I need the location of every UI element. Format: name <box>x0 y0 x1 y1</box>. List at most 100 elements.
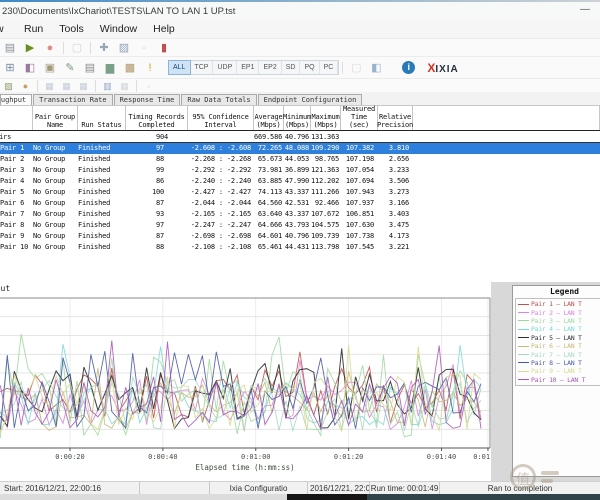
legend-item-pair-6[interactable]: Pair 6 — LAN T <box>518 342 600 350</box>
zoom-reset-icon[interactable]: ▦ <box>77 79 90 93</box>
legend-item-pair-5[interactable]: Pair 5 — LAN T <box>518 334 600 342</box>
layout-icon[interactable]: ◧ <box>368 61 384 75</box>
filter-all[interactable]: ALL <box>169 61 190 74</box>
legend-item-pair-1[interactable]: Pair 1 — LAN T <box>518 300 600 308</box>
add-pair-icon[interactable]: ✚ <box>96 41 112 55</box>
status-run-time: Run time: 00:01:49 <box>370 482 440 494</box>
console-icon[interactable]: ◧ <box>22 61 38 75</box>
grid-icon[interactable]: ▥ <box>101 79 114 93</box>
table-row-pair-4[interactable]: Pair 4No GroupFinished86-2.240 : -2.2406… <box>0 176 600 187</box>
tab-raw-data-totals[interactable]: Raw Data Totals <box>181 94 256 105</box>
minimize-button[interactable]: — <box>580 4 590 15</box>
menu-tools[interactable]: Tools <box>51 23 92 35</box>
cell: -2.268 : -2.268 <box>188 154 254 165</box>
table-row-pair-5[interactable]: Pair 5No GroupFinished100-2.427 : -2.427… <box>0 187 600 198</box>
cell: Pair 5 <box>0 187 33 198</box>
printer-icon[interactable]: ▤ <box>82 61 98 75</box>
zoom-in-icon[interactable]: ▦ <box>43 79 56 93</box>
table-row-pair-3[interactable]: Pair 3No GroupFinished99-2.292 : -2.2927… <box>0 165 600 176</box>
menu-run[interactable]: Run <box>16 23 51 35</box>
camera-icon[interactable]: ▣ <box>42 61 58 75</box>
cell: 44.431 <box>284 242 311 253</box>
cell: 36.899 <box>284 165 311 176</box>
tab-throughput[interactable]: Throughput <box>0 94 32 105</box>
cell: 107.198 <box>341 154 378 165</box>
snapshot-icon[interactable]: ▫ <box>142 79 155 93</box>
filter-ep1[interactable]: EP1 <box>237 61 259 74</box>
report-icon[interactable]: ▮ <box>156 41 172 55</box>
table-row-pair-6[interactable]: Pair 6No GroupFinished87-2.044 : -2.0446… <box>0 198 600 209</box>
cell: 65.673 <box>254 154 284 165</box>
filter-udp[interactable]: UDP <box>213 61 237 74</box>
warning-icon[interactable]: ! <box>142 61 158 75</box>
table-row-pair-9[interactable]: Pair 9No GroupFinished87-2.698 : -2.6986… <box>0 231 600 242</box>
menu-help[interactable]: Help <box>145 23 183 35</box>
table-header-row: Pair Group NameRun StatusTiming Records … <box>0 105 600 131</box>
chart-icon[interactable]: ▆ <box>102 61 118 75</box>
legend-item-pair-9[interactable]: Pair 9 — LAN T <box>518 367 600 375</box>
tab-endpoint-configuration[interactable]: Endpoint Configuration <box>258 94 363 105</box>
cell: 107.738 <box>341 231 378 242</box>
menu-window[interactable]: Window <box>92 23 145 35</box>
filter-pq[interactable]: PQ <box>300 61 319 74</box>
legend-swatch <box>518 379 529 380</box>
cell: 107.054 <box>341 165 378 176</box>
zoom-out-icon[interactable]: ▦ <box>60 79 73 93</box>
cell: 112.202 <box>311 176 341 187</box>
pause-view-icon[interactable]: ▢ <box>348 61 364 75</box>
legend-label: Pair 5 — LAN T <box>531 334 582 342</box>
stop-icon[interactable]: ● <box>42 41 58 55</box>
photo-icon[interactable]: ▩ <box>122 61 138 75</box>
toolbar-main: ▤ ▶ ● ▢ ✚ ▨ ▫ ▮ <box>0 38 600 56</box>
legend-swatch <box>518 337 529 338</box>
filter-sd[interactable]: SD <box>282 61 301 74</box>
filter-pc[interactable]: PC <box>320 61 339 74</box>
tab-response-time[interactable]: Response Time <box>114 94 181 105</box>
cell: 106.851 <box>341 209 378 220</box>
table-row-pair-8[interactable]: Pair 8No GroupFinished97-2.247 : -2.2476… <box>0 220 600 231</box>
pan-icon[interactable]: ● <box>19 79 32 93</box>
table-row-pair-1[interactable]: Pair 1No GroupFinished97-2.608 : -2.6087… <box>0 143 600 154</box>
table-row-all-pairs[interactable]: All Pairs 904 669.586 40.796 131.363 <box>0 131 600 143</box>
splitter[interactable]: Legend Pair 1 — LAN TPair 2 — LAN TPair … <box>491 282 600 481</box>
filter-ep2[interactable]: EP2 <box>259 61 281 74</box>
legend-item-pair-8[interactable]: Pair 8 — LAN T <box>518 359 600 367</box>
legend-item-pair-3[interactable]: Pair 3 — LAN T <box>518 317 600 325</box>
x-tick-label: 0:01:20 <box>334 453 364 461</box>
table-row-pair-10[interactable]: Pair 10No GroupFinished88-2.108 : -2.108… <box>0 242 600 253</box>
menu-view[interactable]: View <box>0 23 16 35</box>
table-row-pair-7[interactable]: Pair 7No GroupFinished93-2.165 : -2.1656… <box>0 209 600 220</box>
cell: Finished <box>78 176 126 187</box>
legend-item-pair-7[interactable]: Pair 7 — LAN T <box>518 350 600 358</box>
new-window-icon[interactable]: ⊞ <box>2 61 18 75</box>
overlay-icon[interactable]: ▦ <box>118 79 131 93</box>
ixchariot-window: 230\Documents\IxChariot\TESTS\LAN TO LAN… <box>0 0 600 500</box>
legend-label: Pair 8 — LAN T <box>531 359 582 367</box>
col-header: Measured Time (sec) <box>341 106 378 130</box>
filter-tcp[interactable]: TCP <box>190 61 213 74</box>
group-icon[interactable]: ▨ <box>116 41 132 55</box>
info-icon[interactable]: i <box>402 61 415 74</box>
col-header: Maximum (Mbps) <box>311 106 341 130</box>
cell: 65.461 <box>254 242 284 253</box>
cell: -2.108 : -2.108 <box>188 242 254 253</box>
legend-item-pair-10[interactable]: Pair 10 — LAN T <box>518 376 600 384</box>
blank-icon[interactable]: ▫ <box>136 41 152 55</box>
cell: 107.672 <box>311 209 341 220</box>
cell: 64.666 <box>254 220 284 231</box>
chart-type-icon[interactable]: ▧ <box>2 79 15 93</box>
legend-swatch <box>518 304 529 305</box>
legend-item-pair-4[interactable]: Pair 4 — LAN T <box>518 325 600 333</box>
toolbar-right-icons: ▢◧ <box>339 61 386 75</box>
col-header: Run Status <box>78 106 126 130</box>
table-row-pair-2[interactable]: Pair 2No GroupFinished88-2.268 : -2.2686… <box>0 154 600 165</box>
tab-transaction-rate[interactable]: Transaction Rate <box>33 94 112 105</box>
save-icon[interactable]: ▤ <box>2 41 18 55</box>
cell: 3.475 <box>378 220 413 231</box>
run-icon[interactable]: ▶ <box>22 41 38 55</box>
pencil-icon[interactable]: ✎ <box>62 61 78 75</box>
cell <box>78 131 126 142</box>
legend-item-pair-2[interactable]: Pair 2 — LAN T <box>518 308 600 316</box>
pause-icon[interactable]: ▢ <box>69 41 85 55</box>
legend-swatch <box>518 312 529 313</box>
